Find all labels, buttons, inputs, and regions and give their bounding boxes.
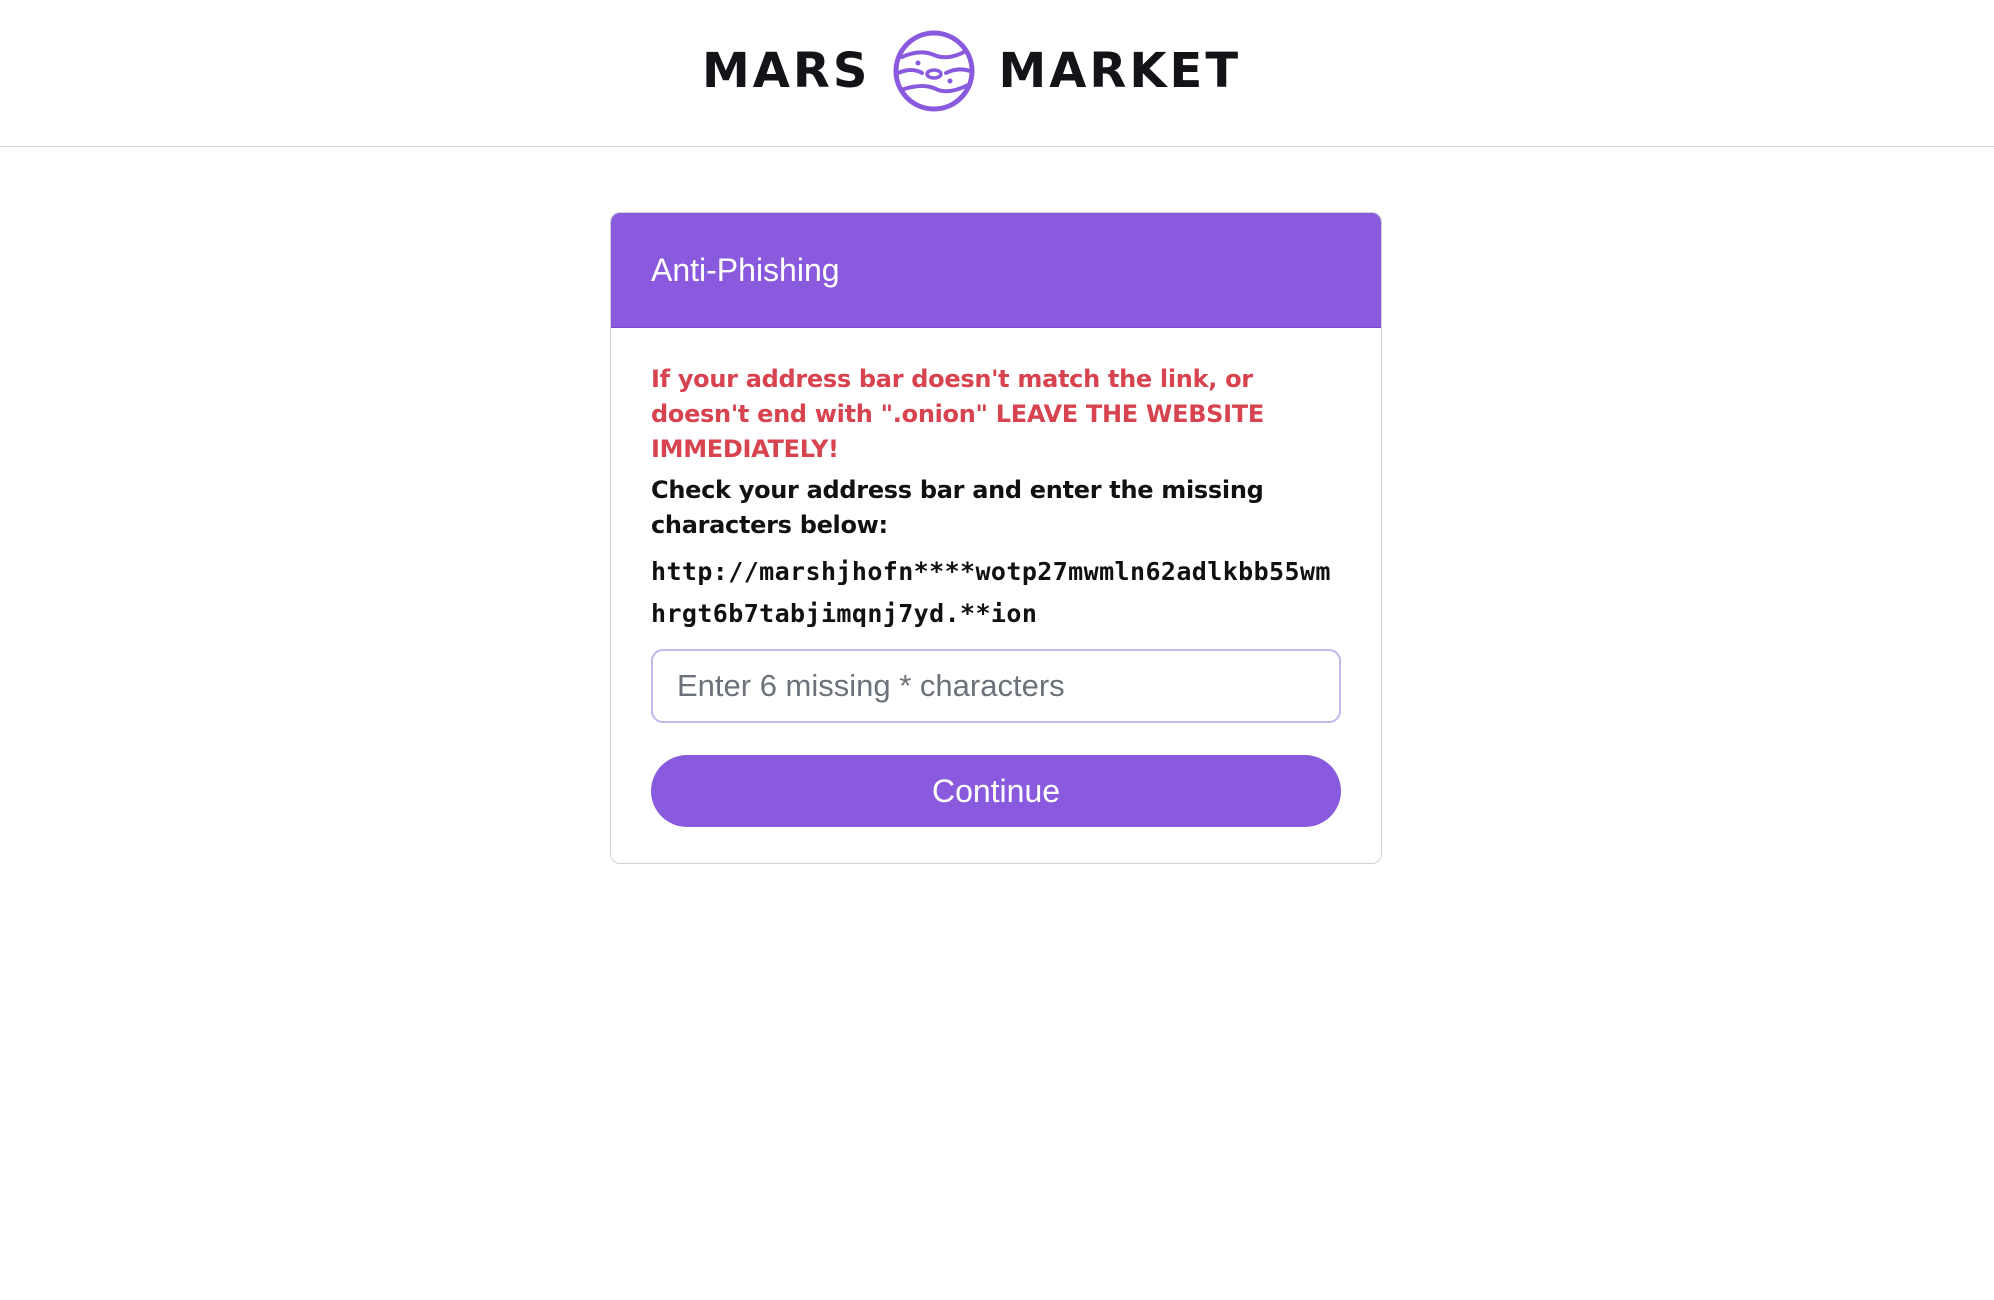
planet-icon	[893, 30, 975, 112]
card-body: If your address bar doesn't match the li…	[611, 328, 1381, 827]
site-logo[interactable]: MARS MARKET	[702, 26, 1241, 116]
logo-text-mars: MARS	[702, 43, 871, 99]
card-header: Anti-Phishing	[611, 213, 1381, 328]
missing-characters-input[interactable]	[651, 649, 1341, 723]
logo-text-market: MARKET	[998, 43, 1242, 99]
top-header: MARS MARKET	[0, 0, 1994, 147]
continue-button[interactable]: Continue	[651, 755, 1341, 827]
instruction-text: Check your address bar and enter the mis…	[651, 476, 1264, 539]
card-title: Anti-Phishing	[651, 251, 840, 288]
masked-address: http://marshjhofn****wotp27mwmln62adlkbb…	[651, 557, 1331, 628]
anti-phishing-card: Anti-Phishing If your address bar doesn'…	[610, 212, 1382, 864]
phishing-warning: If your address bar doesn't match the li…	[651, 365, 1264, 463]
